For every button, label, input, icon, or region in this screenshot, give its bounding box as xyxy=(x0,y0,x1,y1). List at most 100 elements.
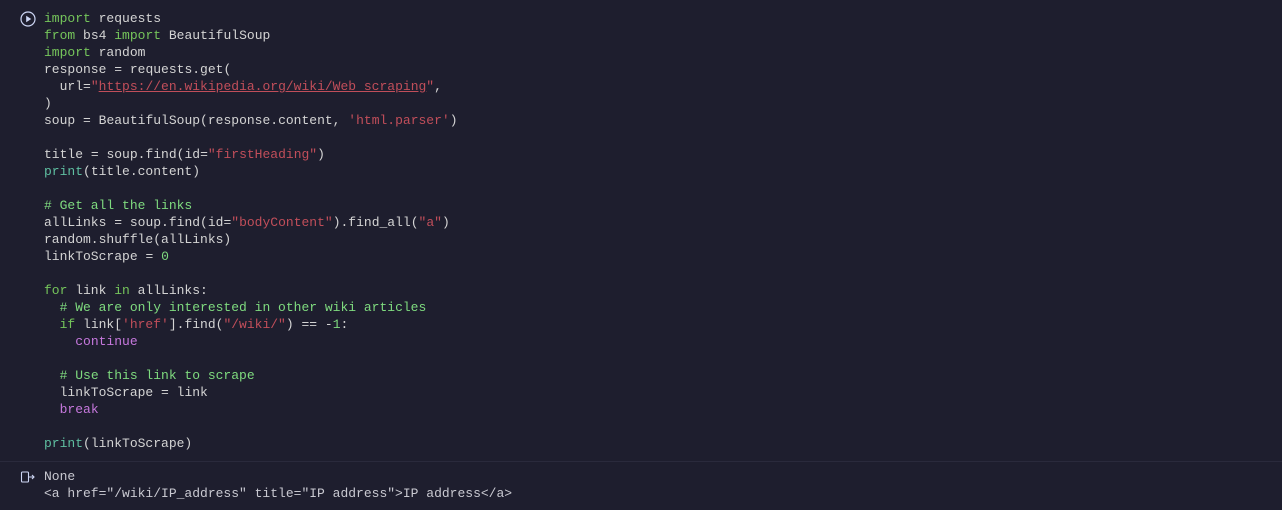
code-token: from xyxy=(44,28,75,43)
code-token: " xyxy=(426,79,434,94)
code-token: 0 xyxy=(161,249,169,264)
code-token: print xyxy=(44,436,83,451)
code-token: soup.find(id xyxy=(99,147,200,162)
code-token: import xyxy=(114,28,161,43)
code-line: random.shuffle(allLinks) xyxy=(44,231,1282,248)
code-token: ) xyxy=(442,215,450,230)
code-line: # We are only interested in other wiki a… xyxy=(44,299,1282,316)
code-token: random.shuffle(allLinks) xyxy=(44,232,231,247)
code-token: "bodyContent" xyxy=(231,215,332,230)
code-line xyxy=(44,418,1282,435)
code-token: for xyxy=(44,283,67,298)
code-token xyxy=(44,351,52,366)
code-line xyxy=(44,350,1282,367)
code-token: allLinks xyxy=(44,215,106,230)
code-token xyxy=(44,181,52,196)
code-token: ).find_all( xyxy=(333,215,419,230)
code-token: "firstHeading" xyxy=(208,147,317,162)
code-token: = xyxy=(91,147,99,162)
code-token xyxy=(75,28,83,43)
code-token xyxy=(44,130,52,145)
code-cell: import requestsfrom bs4 import Beautiful… xyxy=(0,0,1282,461)
code-token xyxy=(317,317,325,332)
code-token: print xyxy=(44,164,83,179)
code-token: if xyxy=(60,317,76,332)
code-line xyxy=(44,180,1282,197)
code-line: # Get all the links xyxy=(44,197,1282,214)
code-token: - xyxy=(325,317,333,332)
code-line: if link['href'].find("/wiki/") == -1: xyxy=(44,316,1282,333)
code-token xyxy=(44,300,60,315)
code-editor[interactable]: import requestsfrom bs4 import Beautiful… xyxy=(44,10,1282,461)
code-token: random xyxy=(99,45,146,60)
code-line xyxy=(44,129,1282,146)
code-token: bs4 xyxy=(83,28,106,43)
code-token: # Get all the links xyxy=(44,198,192,213)
code-token xyxy=(44,419,52,434)
code-token: ) xyxy=(44,96,52,111)
output-indicator[interactable] xyxy=(20,469,36,485)
code-line: ) xyxy=(44,95,1282,112)
code-token: = xyxy=(200,147,208,162)
code-line: from bs4 import BeautifulSoup xyxy=(44,27,1282,44)
code-token xyxy=(83,147,91,162)
output-arrow-icon xyxy=(20,469,36,485)
code-line: soup = BeautifulSoup(response.content, '… xyxy=(44,112,1282,129)
code-token: # Use this link to scrape xyxy=(60,368,255,383)
code-token: ) xyxy=(450,113,458,128)
output-line: None xyxy=(44,468,1282,485)
code-token xyxy=(44,402,60,417)
code-line: allLinks = soup.find(id="bodyContent").f… xyxy=(44,214,1282,231)
code-token: break xyxy=(60,402,99,417)
code-token xyxy=(44,266,52,281)
code-token: url xyxy=(44,79,83,94)
code-token: link[ xyxy=(75,317,122,332)
code-token: = xyxy=(83,79,91,94)
code-token: in xyxy=(114,283,130,298)
code-token: title xyxy=(44,147,83,162)
code-token xyxy=(161,28,169,43)
code-token: BeautifulSoup(response.content, xyxy=(91,113,348,128)
code-token: " xyxy=(91,79,99,94)
code-line: # Use this link to scrape xyxy=(44,367,1282,384)
code-line: linkToScrape = link xyxy=(44,384,1282,401)
code-token: = xyxy=(114,215,122,230)
code-line xyxy=(44,265,1282,282)
code-token: allLinks: xyxy=(130,283,208,298)
output-text: None<a href="/wiki/IP_address" title="IP… xyxy=(44,468,1282,502)
play-icon xyxy=(20,11,36,27)
code-token: "a" xyxy=(419,215,442,230)
code-line: title = soup.find(id="firstHeading") xyxy=(44,146,1282,163)
code-token xyxy=(91,45,99,60)
code-token xyxy=(44,317,60,332)
code-line: import requests xyxy=(44,10,1282,27)
code-token: == xyxy=(301,317,317,332)
code-token: link xyxy=(169,385,208,400)
code-line: import random xyxy=(44,44,1282,61)
run-cell-button[interactable] xyxy=(20,11,36,27)
code-token: requests xyxy=(99,11,161,26)
code-token: # We are only interested in other wiki a… xyxy=(60,300,427,315)
code-line: url="https://en.wikipedia.org/wiki/Web_s… xyxy=(44,78,1282,95)
code-token: response xyxy=(44,62,106,77)
code-token: = xyxy=(83,113,91,128)
code-token: , xyxy=(434,79,442,94)
code-token xyxy=(91,11,99,26)
code-token: import xyxy=(44,45,91,60)
output-line: <a href="/wiki/IP_address" title="IP add… xyxy=(44,485,1282,502)
code-token: linkToScrape xyxy=(44,249,138,264)
code-token xyxy=(44,334,75,349)
code-token: 'href' xyxy=(122,317,169,332)
code-token: https://en.wikipedia.org/wiki/Web_scrapi… xyxy=(99,79,427,94)
code-token: link xyxy=(67,283,114,298)
code-token xyxy=(153,249,161,264)
code-token: (title.content) xyxy=(83,164,200,179)
code-token: linkToScrape xyxy=(44,385,161,400)
code-line: print(title.content) xyxy=(44,163,1282,180)
code-token: requests.get( xyxy=(122,62,231,77)
code-line: continue xyxy=(44,333,1282,350)
code-line: response = requests.get( xyxy=(44,61,1282,78)
code-token: : xyxy=(341,317,349,332)
code-token: ].find( xyxy=(169,317,224,332)
code-token: = xyxy=(114,62,122,77)
